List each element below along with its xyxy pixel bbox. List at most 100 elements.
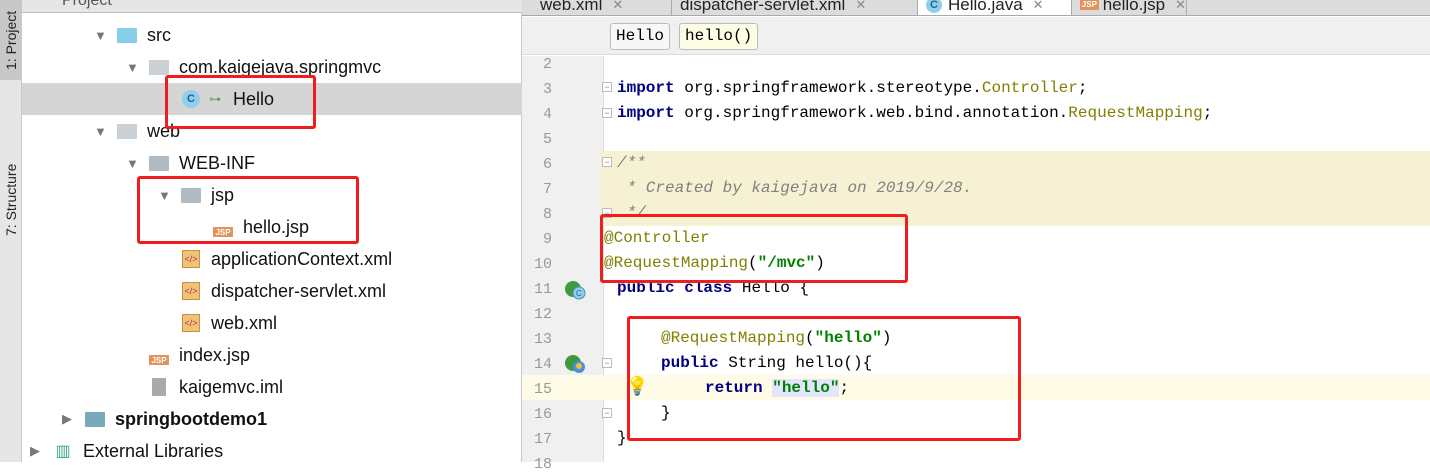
annotation-box bbox=[600, 214, 908, 283]
class-icon: C bbox=[926, 0, 942, 13]
line-number: 3 bbox=[542, 81, 552, 98]
module-icon bbox=[85, 410, 105, 428]
folder-icon bbox=[149, 154, 169, 172]
expand-arrow-icon[interactable]: ▼ bbox=[94, 28, 107, 43]
collapse-arrow-icon[interactable]: ▶ bbox=[62, 411, 72, 427]
iml-icon bbox=[149, 378, 169, 396]
tree-item-label: dispatcher-servlet.xml bbox=[211, 280, 387, 301]
line-number: 9 bbox=[542, 231, 552, 248]
fold-icon[interactable]: − bbox=[602, 108, 612, 118]
code-text: org.springframework.web.bind.annotation. bbox=[674, 104, 1069, 122]
library-icon: ▥ bbox=[55, 443, 71, 460]
tree-item-springbootdemo1[interactable]: ▶ springbootdemo1 bbox=[22, 403, 522, 435]
web-xml-icon: </> bbox=[181, 314, 201, 332]
tab-dispatcher-servlet-xml[interactable]: dispatcher-servlet.xml ✕ bbox=[672, 0, 918, 15]
code-text: ; bbox=[1202, 104, 1213, 122]
expand-arrow-icon[interactable]: ▼ bbox=[126, 156, 139, 171]
tab-structure-label: 7: Structure bbox=[3, 163, 19, 237]
breadcrumb-class[interactable]: Hello bbox=[610, 23, 671, 50]
tab-label: hello.jsp bbox=[1102, 0, 1166, 14]
jsp-icon: JSP bbox=[1080, 0, 1099, 10]
tree-item-dispatcher-servlet-xml[interactable]: </> dispatcher-servlet.xml bbox=[22, 275, 522, 307]
svg-text:C: C bbox=[576, 289, 582, 298]
expand-arrow-icon[interactable]: ▼ bbox=[126, 60, 139, 75]
line-number: 10 bbox=[533, 256, 552, 273]
line-number: 18 bbox=[533, 456, 552, 473]
tree-item-label: src bbox=[147, 24, 171, 45]
line-number: 16 bbox=[533, 406, 552, 423]
collapse-arrow-icon[interactable]: ▶ bbox=[30, 443, 40, 459]
tab-label: dispatcher-servlet.xml bbox=[680, 0, 846, 14]
tree-item-src[interactable]: ▼ src bbox=[22, 19, 522, 51]
breadcrumb-method[interactable]: hello() bbox=[679, 23, 759, 50]
tree-item-label: index.jsp bbox=[179, 344, 251, 365]
code-text: org.springframework.stereotype. bbox=[674, 79, 982, 97]
close-icon[interactable]: ✕ bbox=[855, 0, 866, 13]
code-text: ; bbox=[1077, 79, 1088, 97]
annotation-box bbox=[165, 75, 316, 129]
fold-icon[interactable]: − bbox=[602, 408, 612, 418]
tree-item-label: WEB-INF bbox=[179, 152, 255, 173]
tree-item-label: springbootdemo1 bbox=[115, 408, 267, 429]
line-number: 7 bbox=[542, 181, 552, 198]
code-line-6: /** bbox=[617, 154, 646, 172]
jsp-icon: JSP bbox=[149, 346, 169, 365]
tree-item-applicationcontext-xml[interactable]: </> applicationContext.xml bbox=[22, 243, 522, 275]
tab-project-label: 1: Project bbox=[3, 10, 19, 70]
tree-item-label: External Libraries bbox=[83, 440, 224, 461]
tab-hello-java[interactable]: C Hello.java ✕ bbox=[918, 0, 1072, 15]
close-icon[interactable]: ✕ bbox=[612, 0, 623, 13]
line-number: 8 bbox=[542, 206, 552, 223]
tab-label: web.xml bbox=[540, 0, 603, 14]
tab-label: Hello.java bbox=[948, 0, 1023, 14]
breadcrumb: Hello hello() bbox=[522, 17, 1430, 55]
spring-xml-icon: </> bbox=[181, 282, 201, 300]
fold-icon[interactable]: − bbox=[602, 358, 612, 368]
line-number: 15 bbox=[533, 381, 552, 398]
project-panel-title: Project bbox=[62, 0, 112, 9]
line-number: 5 bbox=[542, 131, 552, 148]
close-icon[interactable]: ✕ bbox=[1033, 0, 1044, 13]
fold-icon[interactable]: − bbox=[602, 82, 612, 92]
code-line-17: } bbox=[617, 429, 627, 447]
line-number: 14 bbox=[533, 356, 552, 373]
tab-project[interactable]: 1: Project bbox=[0, 0, 22, 80]
web-folder-icon bbox=[117, 122, 137, 140]
tree-item-label: applicationContext.xml bbox=[211, 248, 393, 269]
spring-bean-class-icon[interactable]: C bbox=[564, 280, 586, 300]
code-text: RequestMapping bbox=[1068, 104, 1203, 122]
code-line-3: import org.springframework.stereotype.Co… bbox=[617, 79, 1087, 97]
annotation-box bbox=[627, 316, 1021, 441]
tree-item-kaigemvc-iml[interactable]: kaigemvc.iml bbox=[22, 371, 522, 403]
tree-item-label: web.xml bbox=[211, 312, 278, 333]
line-number: 2 bbox=[542, 56, 552, 73]
folder-icon bbox=[117, 26, 137, 44]
spring-xml-icon: </> bbox=[181, 250, 201, 268]
tree-item-index-jsp[interactable]: JSP index.jsp bbox=[22, 339, 522, 371]
code-line-7: * Created by kaigejava on 2019/9/28. bbox=[617, 179, 973, 197]
package-icon bbox=[149, 58, 169, 76]
tree-item-external-libraries[interactable]: ▶ ▥ External Libraries bbox=[22, 435, 522, 467]
line-number: 13 bbox=[533, 331, 552, 348]
tab-hello-jsp[interactable]: JSP hello.jsp ✕ bbox=[1072, 0, 1187, 15]
tree-item-web-xml[interactable]: </> web.xml bbox=[22, 307, 522, 339]
spring-request-mapping-icon[interactable] bbox=[564, 354, 585, 373]
tree-item-web-inf[interactable]: ▼ WEB-INF bbox=[22, 147, 522, 179]
tab-structure[interactable]: 7: Structure bbox=[0, 140, 22, 260]
editor-tabs: web.xml ✕ dispatcher-servlet.xml ✕ C Hello.… bbox=[522, 0, 1430, 16]
line-number: 17 bbox=[533, 431, 552, 448]
tool-window-strip: 1: Project 7: Structure bbox=[0, 0, 22, 462]
code-line-4: import org.springframework.web.bind.anno… bbox=[617, 104, 1212, 122]
close-icon[interactable]: ✕ bbox=[1175, 0, 1186, 13]
line-number: 11 bbox=[533, 281, 552, 298]
annotation-box bbox=[137, 176, 359, 244]
line-number: 6 bbox=[542, 156, 552, 173]
code-text: Controller bbox=[981, 79, 1078, 97]
line-number: 12 bbox=[533, 306, 552, 323]
keyword: import bbox=[617, 104, 675, 122]
fold-icon[interactable]: − bbox=[602, 157, 612, 167]
expand-arrow-icon[interactable]: ▼ bbox=[94, 124, 107, 139]
project-panel-header: Project bbox=[22, 0, 522, 13]
tab-web-xml[interactable]: web.xml ✕ bbox=[532, 0, 672, 15]
keyword: import bbox=[617, 79, 675, 97]
